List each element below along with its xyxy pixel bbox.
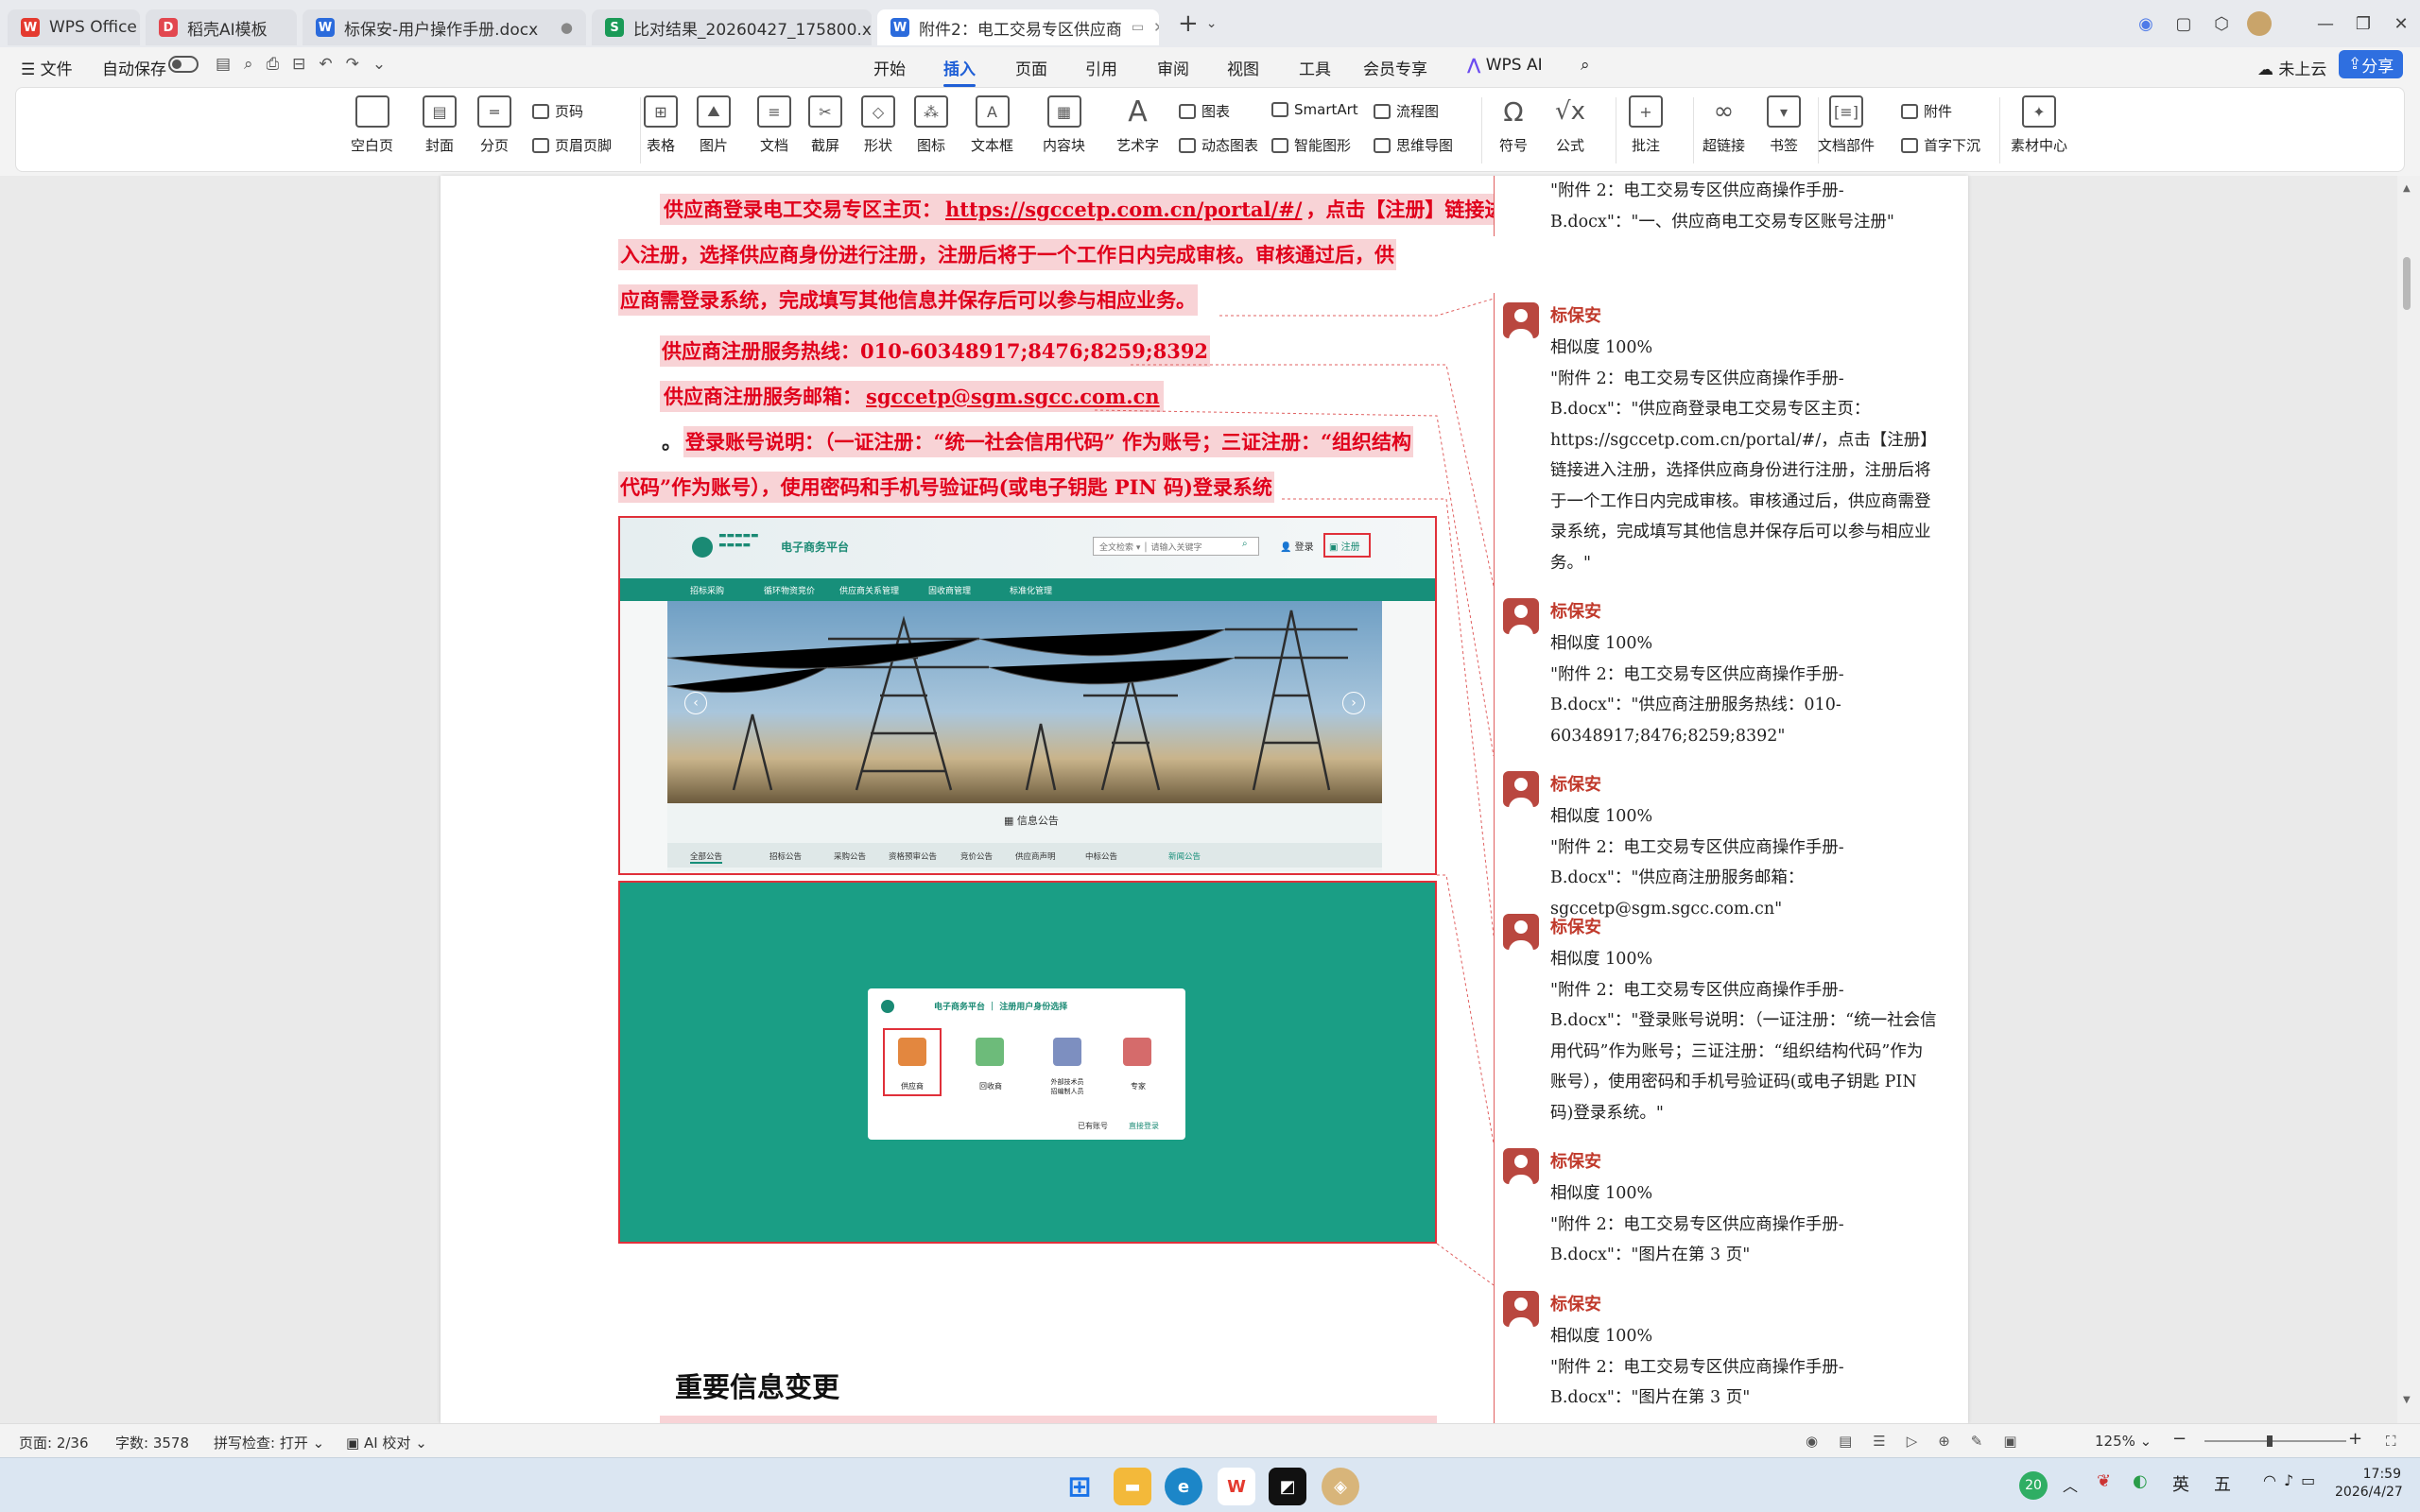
comment-body: 相似度 100% "附件 2：电工交易专区供应商操作手册-B.docx"："登录… (1550, 950, 1937, 1123)
avatar (1503, 1148, 1539, 1184)
scroll-up-icon[interactable]: ▲ (2403, 183, 2411, 194)
spell-check-label: 拼写检查: 打开 (214, 1435, 308, 1452)
clock[interactable]: 17:59 2026/4/27 (2335, 1466, 2403, 1502)
ime-mode[interactable]: 五 (2214, 1471, 2231, 1496)
view-mode-icons[interactable]: ◉▤☰▷⊕✎▣ (1806, 1433, 2038, 1450)
app-icon[interactable]: ◈ (1322, 1468, 1359, 1505)
zoom-slider[interactable] (2204, 1435, 2346, 1447)
fullscreen-icon[interactable]: ⛶ (2386, 1433, 2396, 1450)
comment-author: 标保安 (1550, 918, 1601, 937)
avatar (1503, 771, 1539, 807)
zoom-label: 125% (2095, 1433, 2135, 1450)
ai-proofread[interactable]: ▣ AI 校对 ⌄ (346, 1433, 427, 1452)
ai-proofread-label: AI 校对 (363, 1435, 411, 1452)
avatar (1503, 302, 1539, 338)
status-bar: 页面: 2/36 字数: 3578 拼写检查: 打开 ⌄ ▣ AI 校对 ⌄ ◉… (0, 1423, 2420, 1457)
file-explorer-icon[interactable]: ▬ (1114, 1468, 1151, 1505)
avatar (1503, 914, 1539, 950)
time: 17:59 (2362, 1467, 2401, 1482)
zoom-level[interactable]: 125% ⌄ (2095, 1433, 2152, 1450)
comment-author: 标保安 (1550, 306, 1601, 326)
avatar (1503, 1291, 1539, 1327)
tray-chevron-icon[interactable]: ︿ (2063, 1473, 2078, 1496)
network-volume-battery-icons[interactable]: ◠♪▭ (2263, 1471, 2323, 1489)
comment-body: 相似度 100% "附件 2：电工交易专区供应商操作手册-B.docx"："供应… (1550, 807, 1844, 919)
zoom-out-icon[interactable]: − (2172, 1429, 2187, 1449)
edge-icon[interactable]: e (1165, 1468, 1202, 1505)
avatar (1503, 598, 1539, 634)
comment-body: 相似度 100% "附件 2：电工交易专区供应商操作手册-B.docx"："供应… (1550, 634, 1844, 746)
windows-taskbar: ⊞ ▬ e W ◩ ◈ 20 ︿ ❦ ◐ 英 五 ◠♪▭ 17:59 2026/4… (0, 1457, 2420, 1512)
scroll-down-icon[interactable]: ▼ (2403, 1395, 2411, 1405)
zoom-in-icon[interactable]: + (2348, 1429, 2362, 1449)
comment-author: 标保安 (1550, 602, 1601, 622)
wps-taskbar-icon[interactable]: W (1218, 1468, 1255, 1505)
tray-security-icon[interactable]: ◐ (2133, 1471, 2148, 1491)
ime-indicator[interactable]: 英 (2172, 1471, 2189, 1496)
comment-body: 相似度 100% "附件 2：电工交易专区供应商操作手册-B.docx"："图片… (1550, 1327, 1844, 1407)
capcut-icon[interactable]: ◩ (1269, 1468, 1306, 1505)
pane-divider (1494, 293, 1495, 1423)
tray-app-icon[interactable]: ❦ (2097, 1471, 2111, 1491)
comment-body: 相似度 100% "附件 2：电工交易专区供应商操作手册-B.docx"："供应… (1550, 338, 1937, 573)
scroll-thumb[interactable] (2403, 257, 2411, 310)
comment-body: 相似度 100% "附件 2：电工交易专区供应商操作手册-B.docx"："图片… (1550, 1184, 1844, 1264)
comment-author: 标保安 (1550, 1295, 1601, 1314)
word-count[interactable]: 字数: 3578 (115, 1433, 189, 1452)
spell-check[interactable]: 拼写检查: 打开 ⌄ (214, 1433, 324, 1452)
page-indicator[interactable]: 页面: 2/36 (19, 1433, 89, 1452)
vertical-scrollbar[interactable]: ▲ ▼ (2397, 176, 2420, 1423)
comment-body: "附件 2：电工交易专区供应商操作手册-B.docx"："一、供应商电工交易专区… (1550, 181, 1894, 232)
pane-divider (1494, 176, 1495, 236)
comment-connectors (1094, 298, 1495, 1286)
comment-author: 标保安 (1550, 775, 1601, 795)
windows-start-icon[interactable]: ⊞ (1061, 1468, 1098, 1505)
comment-author: 标保安 (1550, 1152, 1601, 1172)
date: 2026/4/27 (2335, 1485, 2403, 1500)
notification-badge[interactable]: 20 (2019, 1471, 2048, 1500)
